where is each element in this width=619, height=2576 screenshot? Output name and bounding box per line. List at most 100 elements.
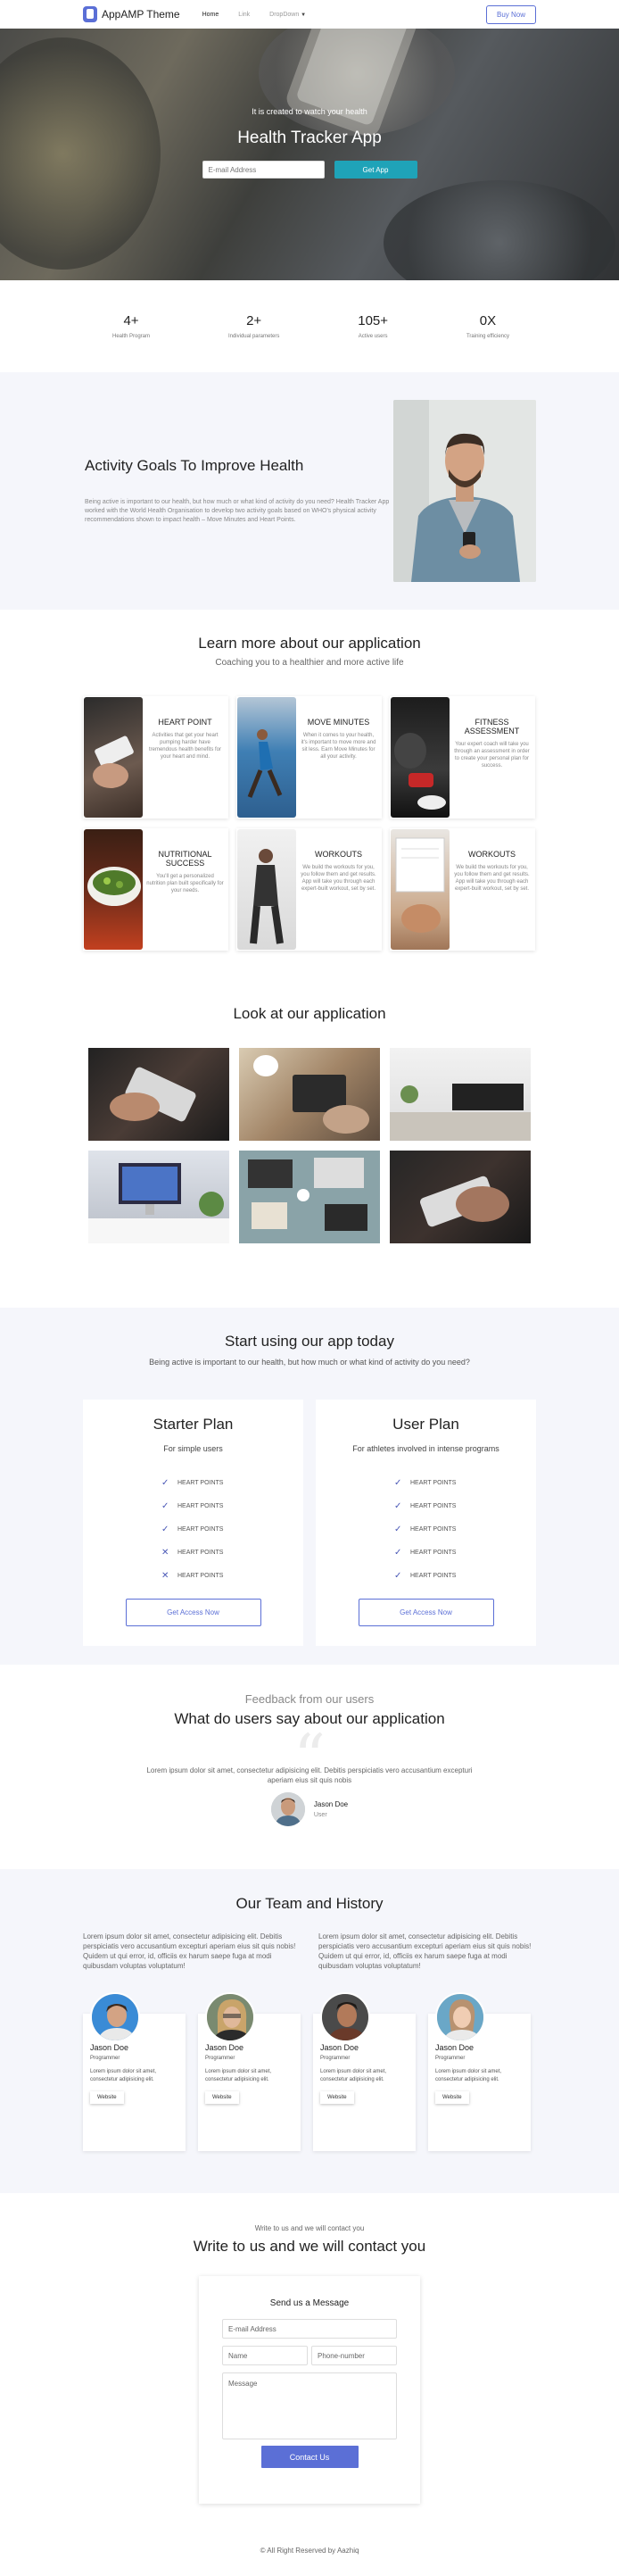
member-bio: Lorem ipsum dolor sit amet, consectetur … [90,2069,157,2082]
phone-app-icon [83,6,97,22]
member-role: Programmer [90,2056,120,2062]
team-member-card: Jason Doe Programmer Lorem ipsum dolor s… [198,1992,301,2152]
hero-signup-form: Get App [0,161,619,179]
contact-form: Send us a Message E-mail Address Name Ph… [199,2276,420,2504]
features-subtitle: Coaching you to a healthier and more act… [215,658,404,668]
feature-title: NUTRITIONAL SUCCESS [158,850,212,868]
team-member-card: Jason Doe Programmer Lorem ipsum dolor s… [313,1992,416,2152]
stat-label: Active users [358,334,388,339]
gallery-image-phone-hand[interactable] [88,1048,229,1141]
feature-title: MOVE MINUTES [307,718,370,727]
contact-us-button[interactable]: Contact Us [260,2446,359,2468]
brand-logo[interactable]: AppAMP Theme [83,6,180,22]
get-access-button[interactable]: Get Access Now [125,1599,261,1626]
gallery-image-desk-topdown[interactable] [239,1151,380,1243]
feedback-author: Jason Doe User [0,1792,619,1827]
team-member-card: Jason Doe Programmer Lorem ipsum dolor s… [83,1992,186,2152]
activity-title: Activity Goals To Improve Health [85,456,304,474]
check-icon: ✓ [394,1547,402,1558]
gallery-image-laptop-table[interactable] [390,1048,531,1141]
get-app-button[interactable]: Get App [334,161,417,179]
check-icon: ✓ [394,1500,402,1511]
plan-feature: ✓ HEART POINTS [394,1477,457,1488]
stat-label: Health Program [112,334,151,339]
feedback-section: Feedback from our users What do users sa… [0,1665,619,1869]
website-button[interactable]: Website [90,2090,124,2104]
check-icon: ✓ [394,1477,402,1488]
check-icon: ✓ [161,1500,169,1511]
cross-icon: ✕ [161,1570,169,1581]
website-button[interactable]: Website [435,2090,469,2104]
message-field[interactable]: Message [222,2372,397,2439]
hero-section: It is created to watch your health Healt… [0,29,619,280]
nav-link-dropdown[interactable]: DropDown ▼ [269,12,306,18]
buy-now-button[interactable]: Buy Now [485,4,536,24]
member-role: Programmer [205,2056,235,2062]
plan-card-starter: Starter Plan For simple users ✓ HEART POI… [83,1400,303,1646]
plan-card-user: User Plan For athletes involved in inten… [316,1400,536,1646]
gallery-image-phone-closeup[interactable] [390,1151,531,1243]
feature-card[interactable]: FITNESS ASSESSMENT Your expert coach will… [390,696,535,819]
check-icon: ✓ [394,1524,402,1534]
plan-feature: ✓ HEART POINTS [394,1524,457,1534]
feature-card[interactable]: MOVE MINUTES When it comes to your health… [236,696,382,819]
plan-feature: ✓ HEART POINTS [394,1500,457,1511]
avatar [270,1792,305,1827]
stat-item: 2+ Individual parameters [228,313,279,339]
gallery-title: Look at our application [233,1005,386,1022]
team-history-text: Lorem ipsum dolor sit amet, consectetur … [318,1932,532,1971]
stat-label: Training efficiency [466,334,509,339]
hero-title: Health Tracker App [237,129,382,147]
member-bio: Lorem ipsum dolor sit amet, consectetur … [320,2069,387,2082]
plan-name: User Plan [392,1416,459,1433]
navbar: AppAMP Theme Home Link DropDown ▼ Buy No… [0,0,619,29]
avatar [435,1992,485,2043]
cross-icon: ✕ [161,1547,169,1558]
member-bio: Lorem ipsum dolor sit amet, consectetur … [205,2069,272,2082]
gallery-image-imac-workspace[interactable] [88,1151,229,1243]
stat-item: 105+ Active users [358,313,388,339]
email-input[interactable] [202,161,325,179]
feature-card[interactable]: WORKOUTS We build the workouts for you, y… [236,828,382,951]
stat-value: 2+ [246,313,262,328]
contact-section: Write to us and we will contact you Writ… [0,2193,619,2539]
avatar [90,1992,140,2043]
feature-card[interactable]: HEART POINT Activities that get your hear… [83,696,228,819]
pricing-section: Start using our app today Being active i… [0,1308,619,1665]
member-role: Programmer [320,2056,351,2062]
phone-field[interactable]: Phone-number [311,2346,397,2365]
plan-feature: ✓ HEART POINTS [161,1524,224,1534]
copyright-text: © All Right Reserved by Aazhiq [260,2547,359,2555]
team-member-card: Jason Doe Programmer Lorem ipsum dolor s… [428,1992,531,2152]
feature-title: WORKOUTS [315,850,362,859]
nav-link-home[interactable]: Home [202,12,219,18]
feature-text: Your expert coach will take you through … [454,741,530,769]
gallery-section: Look at our application [0,969,619,1308]
feature-card[interactable]: WORKOUTS We build the workouts for you, y… [390,828,535,951]
pricing-subtitle: Being active is important to our health,… [149,1358,470,1367]
feature-card[interactable]: NUTRITIONAL SUCCESS You'll get a personal… [83,828,228,951]
feature-text: We build the workouts for you, you follo… [454,864,530,893]
activity-description: Being active is important to our health,… [85,498,390,524]
plan-feature: ✓ HEART POINTS [161,1500,224,1511]
website-button[interactable]: Website [205,2090,239,2104]
plan-audience: For simple users [163,1444,223,1453]
feature-title: FITNESS ASSESSMENT [464,718,520,735]
get-access-button[interactable]: Get Access Now [358,1599,494,1626]
stat-item: 4+ Health Program [112,313,150,339]
feedback-label: Feedback from our users [244,1692,375,1706]
email-field[interactable]: E-mail Address [222,2319,397,2339]
website-button[interactable]: Website [320,2090,354,2104]
author-role: User [313,1812,327,1819]
plan-feature: ✓ HEART POINTS [161,1477,224,1488]
avatar [205,1992,255,2043]
activity-section: Activity Goals To Improve Health Being a… [0,372,619,610]
stat-label: Individual parameters [227,334,280,339]
check-icon: ✓ [394,1570,402,1581]
check-icon: ✓ [161,1477,169,1488]
nav-link-link[interactable]: Link [238,12,250,18]
feedback-quote: Lorem ipsum dolor sit amet, consectetur … [146,1766,473,1785]
name-field[interactable]: Name [222,2346,308,2365]
plan-name: Starter Plan [153,1416,234,1433]
gallery-image-tablet-desk[interactable] [239,1048,380,1141]
